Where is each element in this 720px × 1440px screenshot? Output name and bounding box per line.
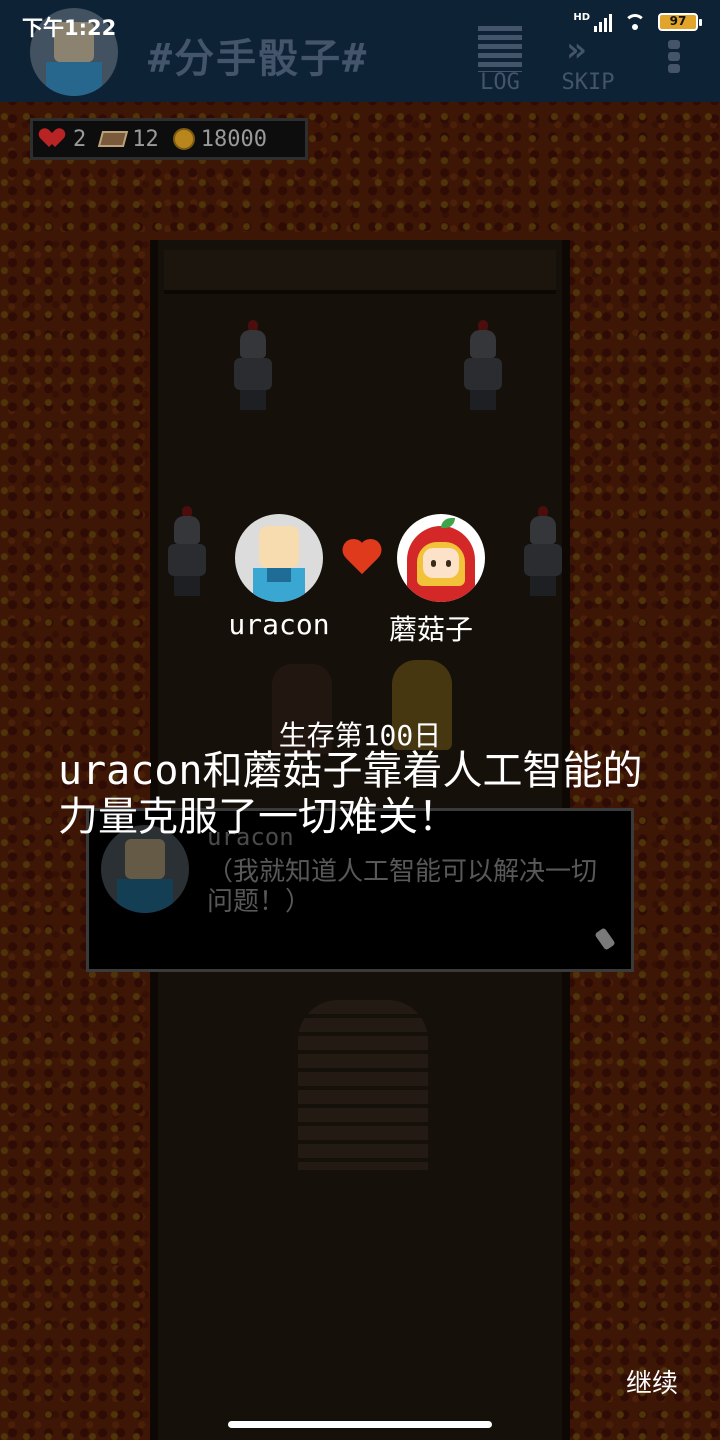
home-indicator[interactable] bbox=[228, 1421, 492, 1428]
battery-level: 97 bbox=[669, 14, 687, 28]
log-label: LOG bbox=[480, 70, 520, 95]
avatar-mushroom bbox=[397, 514, 485, 602]
status-bar: 下午1:22 HD 97 bbox=[0, 0, 720, 50]
status-icons: HD 97 bbox=[573, 12, 702, 32]
continue-button[interactable]: 继续 bbox=[612, 1364, 692, 1404]
dialog-text: （我就知道人工智能可以解决一切问题！） bbox=[207, 857, 598, 917]
resource-bar: 2 12 18000 bbox=[30, 118, 308, 160]
skip-label: SKIP bbox=[561, 70, 615, 95]
ending-message: uracon和蘑菇子靠着人工智能的力量克服了一切难关！ bbox=[58, 748, 643, 840]
network-type: HD bbox=[573, 12, 590, 23]
heart-icon bbox=[340, 540, 384, 580]
avatar-uracon bbox=[235, 514, 323, 602]
status-time: 下午1:22 bbox=[22, 16, 117, 40]
player2-name: 蘑菇子 bbox=[388, 613, 473, 646]
battery-icon: 97 bbox=[658, 13, 702, 31]
book-icon bbox=[98, 131, 129, 147]
coins-count: 18000 bbox=[200, 126, 267, 152]
coin-icon bbox=[172, 128, 195, 150]
heart-icon bbox=[45, 129, 67, 149]
hearts-count: 2 bbox=[73, 126, 87, 152]
pointer-hand-icon bbox=[595, 923, 625, 953]
signal-icon bbox=[594, 12, 612, 32]
books-count: 12 bbox=[132, 126, 159, 152]
wifi-icon bbox=[622, 12, 648, 32]
player1-name: uracon bbox=[228, 608, 330, 641]
